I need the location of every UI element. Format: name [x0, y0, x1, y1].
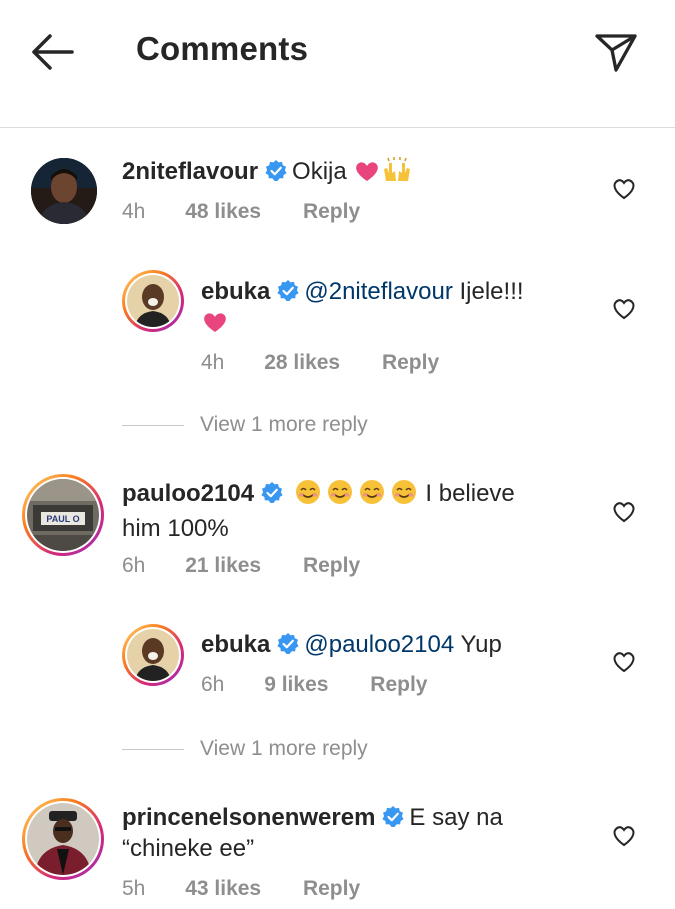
raising-hands-emoji-icon [381, 155, 413, 191]
comment-meta: 4h 28 likes Reply [201, 351, 439, 375]
heart-emoji-icon [353, 159, 381, 191]
back-arrow-icon[interactable] [28, 30, 76, 74]
comment-body: princenelsonenwerem E say na “chineke ee” [122, 802, 592, 864]
reply-button[interactable]: Reply [303, 200, 360, 224]
view-more-replies[interactable]: View 1 more reply [122, 413, 368, 437]
username[interactable]: ebuka [201, 631, 270, 658]
send-icon[interactable] [593, 28, 639, 74]
like-heart-icon[interactable] [611, 177, 637, 201]
username[interactable]: pauloo2104 [122, 480, 254, 507]
mention-link[interactable]: @2niteflavour [304, 278, 452, 305]
comment-body: pauloo2104 I believe him 100% [122, 478, 592, 544]
avatar-photo [27, 803, 99, 875]
page-title: Comments [136, 30, 309, 67]
likes-count[interactable]: 28 likes [264, 351, 340, 375]
likes-count[interactable]: 21 likes [185, 554, 261, 578]
comment-meta: 5h 43 likes Reply [122, 877, 360, 901]
reply-button[interactable]: Reply [303, 554, 360, 578]
avatar[interactable] [31, 158, 97, 224]
comment-text: Okija [292, 158, 347, 185]
username[interactable]: ebuka [201, 278, 270, 305]
reply-button[interactable]: Reply [303, 877, 360, 901]
timestamp: 4h [201, 351, 225, 374]
likes-count[interactable]: 43 likes [185, 877, 261, 901]
reply-button[interactable]: Reply [370, 673, 427, 697]
avatar-photo: PAUL O [27, 479, 99, 551]
comment-body: 2niteflavour Okija [122, 155, 413, 191]
timestamp: 6h [122, 554, 146, 577]
comment-text: Yup [460, 631, 502, 658]
avatar[interactable] [22, 798, 104, 880]
avatar[interactable]: PAUL O [22, 474, 104, 556]
comment-text: Ijele!!! [459, 278, 524, 305]
verified-badge-icon [382, 806, 405, 827]
view-more-label[interactable]: View 1 more reply [200, 413, 368, 436]
top-bar: Comments [0, 0, 675, 128]
avatar-photo [31, 158, 97, 224]
license-plate-text: PAUL O [46, 514, 79, 524]
like-heart-icon[interactable] [611, 824, 637, 848]
comment-meta: 6h 21 likes Reply [122, 554, 360, 578]
mention-link[interactable]: @pauloo2104 [304, 631, 454, 658]
username[interactable]: princenelsonenwerem [122, 804, 375, 831]
comment-text-continued: “chineke ee” [122, 835, 255, 862]
verified-badge-icon [277, 633, 299, 654]
reply-button[interactable]: Reply [382, 351, 439, 375]
comment-body: ebuka @2niteflavour Ijele!!! [201, 276, 561, 342]
view-more-label[interactable]: View 1 more reply [200, 737, 368, 760]
likes-count[interactable]: 48 likes [185, 200, 261, 224]
smiling-face-emoji-icon [295, 479, 419, 513]
like-heart-icon[interactable] [611, 650, 637, 674]
likes-count[interactable]: 9 likes [264, 673, 328, 697]
comment-text: I believe [425, 480, 515, 507]
timestamp: 5h [122, 877, 146, 900]
view-more-replies[interactable]: View 1 more reply [122, 737, 368, 761]
divider-line [122, 748, 184, 750]
comment-body: ebuka @pauloo2104 Yup [201, 629, 502, 660]
username[interactable]: 2niteflavour [122, 158, 258, 185]
avatar-photo [127, 629, 179, 681]
verified-badge-icon [277, 280, 299, 301]
avatar[interactable] [122, 624, 184, 686]
comment-text: E say na [409, 804, 503, 831]
like-heart-icon[interactable] [611, 297, 637, 321]
avatar[interactable] [122, 270, 184, 332]
verified-badge-icon [261, 482, 283, 503]
heart-emoji-icon [201, 310, 229, 342]
verified-badge-icon [265, 160, 287, 181]
divider-line [122, 424, 184, 426]
comment-text-continued: him 100% [122, 515, 229, 542]
timestamp: 4h [122, 200, 146, 223]
timestamp: 6h [201, 673, 225, 696]
like-heart-icon[interactable] [611, 500, 637, 524]
comment-meta: 6h 9 likes Reply [201, 673, 427, 697]
comment-meta: 4h 48 likes Reply [122, 200, 360, 224]
avatar-photo [127, 275, 179, 327]
